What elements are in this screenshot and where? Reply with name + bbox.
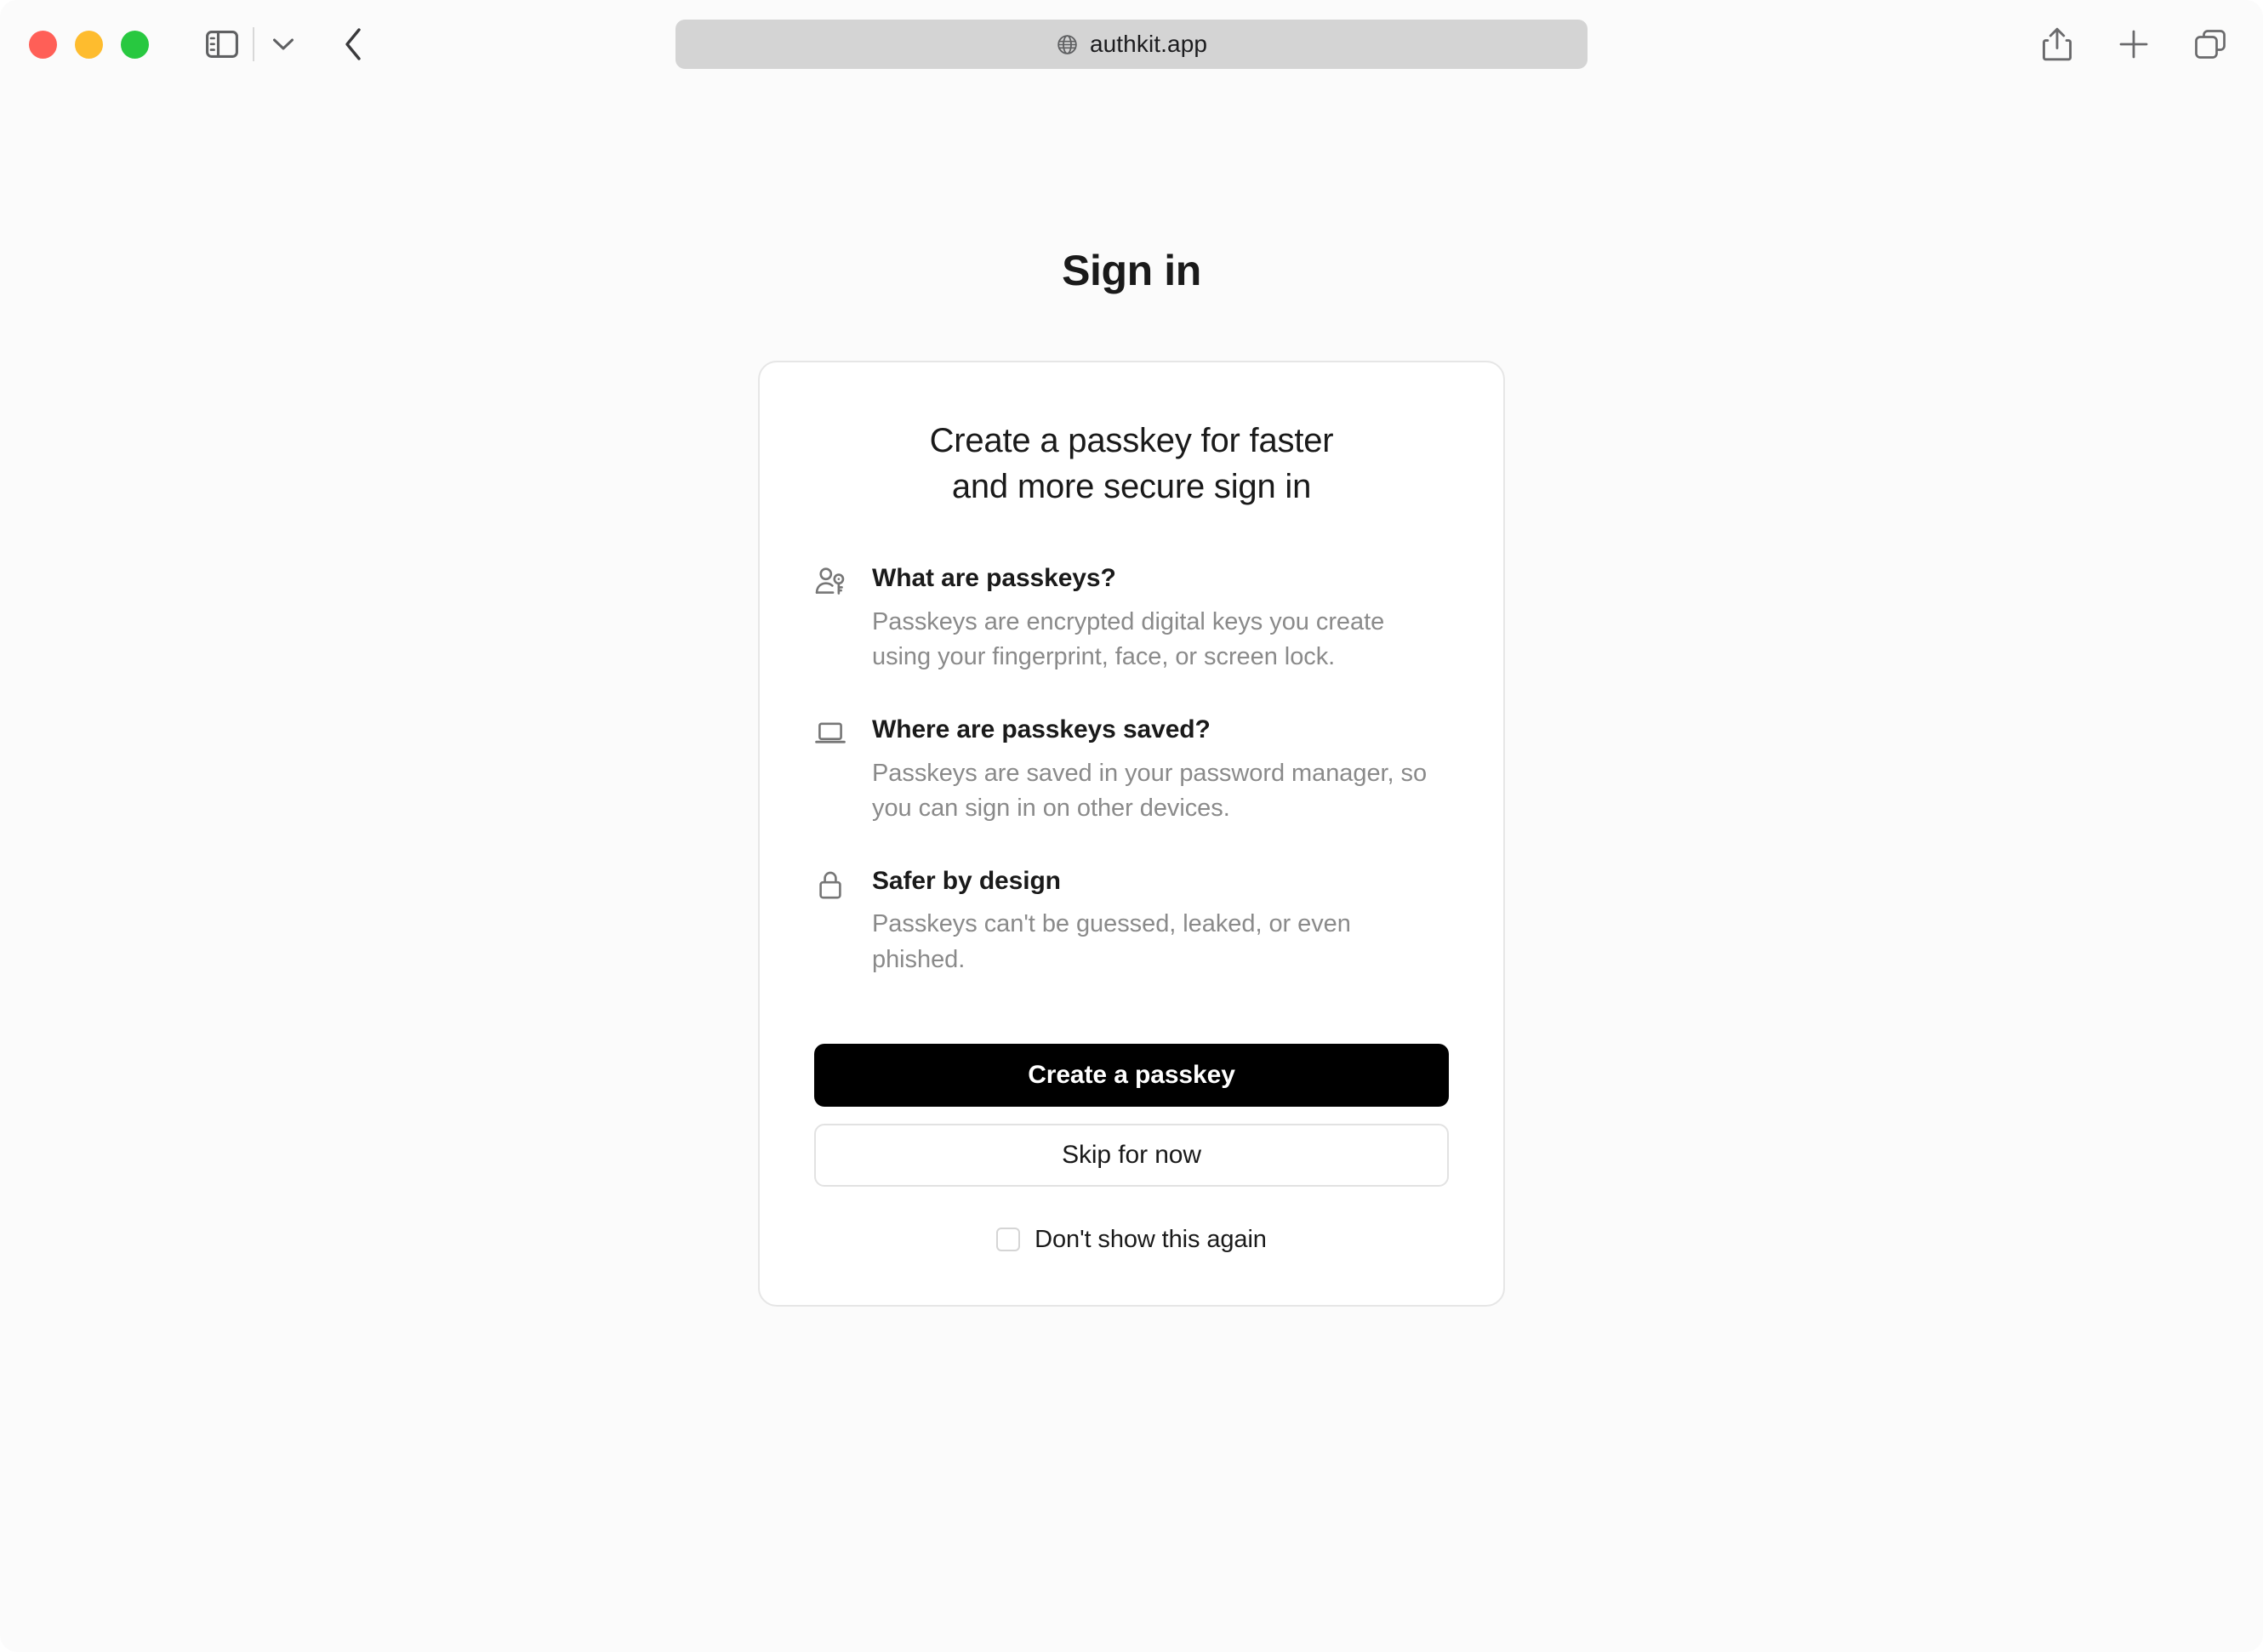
- feature-body: What are passkeys? Passkeys are encrypte…: [872, 562, 1449, 675]
- feature-description: Passkeys can't be guessed, leaked, or ev…: [872, 910, 1351, 973]
- feature-title: Where are passkeys saved?: [872, 715, 1211, 744]
- feature-body: Where are passkeys saved? Passkeys are s…: [872, 714, 1449, 826]
- feature-icon-slot: [814, 562, 858, 598]
- zoom-window-button[interactable]: [121, 30, 149, 59]
- window-controls: [29, 30, 149, 59]
- tab-overview-icon: [2195, 30, 2226, 59]
- address-bar[interactable]: authkit.app: [675, 20, 1588, 69]
- chevron-left-icon: [345, 28, 361, 60]
- toolbar-divider: [253, 27, 254, 61]
- feature-list: What are passkeys? Passkeys are encrypte…: [814, 562, 1449, 977]
- feature-icon-slot: [814, 714, 858, 749]
- share-icon: [2043, 27, 2072, 61]
- feature-item-what-are-passkeys: What are passkeys? Passkeys are encrypte…: [814, 562, 1449, 675]
- browser-toolbar: authkit.app: [0, 0, 2263, 88]
- globe-icon: [1057, 34, 1077, 54]
- tab-overview-button[interactable]: [2186, 20, 2234, 68]
- feature-item-where-saved: Where are passkeys saved? Passkeys are s…: [814, 714, 1449, 826]
- feature-description: Passkeys are encrypted digital keys you …: [872, 607, 1385, 670]
- feature-body: Safer by design Passkeys can't be guesse…: [872, 865, 1449, 977]
- feature-title: What are passkeys?: [872, 564, 1116, 593]
- sidebar-icon: [206, 31, 238, 58]
- page-content: Sign in Create a passkey for faster and …: [0, 88, 2263, 1307]
- card-heading: Create a passkey for faster and more sec…: [814, 419, 1449, 510]
- skip-for-now-button[interactable]: Skip for now: [814, 1123, 1449, 1187]
- toolbar-right-controls: [2033, 20, 2234, 68]
- laptop-icon: [815, 722, 846, 743]
- feature-description: Passkeys are saved in your password mana…: [872, 759, 1428, 822]
- browser-window: authkit.app Sign in Create a passkey for…: [0, 0, 2263, 1652]
- chevron-down-icon: [273, 38, 294, 50]
- feature-title: Safer by design: [872, 866, 1061, 895]
- minimize-window-button[interactable]: [75, 30, 103, 59]
- user-key-icon: [815, 567, 845, 595]
- passkey-card: Create a passkey for faster and more sec…: [758, 361, 1505, 1307]
- feature-icon-slot: [814, 865, 858, 901]
- card-actions: Create a passkey Skip for now: [814, 1043, 1449, 1187]
- toolbar-left-controls: [198, 20, 379, 68]
- lock-icon: [819, 871, 841, 899]
- address-bar-text: authkit.app: [1089, 31, 1208, 57]
- sidebar-toggle-button[interactable]: [198, 20, 246, 68]
- sidebar-dropdown-button[interactable]: [261, 20, 305, 68]
- new-tab-button[interactable]: [2110, 20, 2158, 68]
- share-button[interactable]: [2033, 20, 2081, 68]
- feature-item-safer-by-design: Safer by design Passkeys can't be guesse…: [814, 865, 1449, 977]
- create-passkey-button[interactable]: Create a passkey: [814, 1043, 1449, 1107]
- dont-show-again-label: Don't show this again: [1035, 1225, 1267, 1253]
- dont-show-again-checkbox[interactable]: [996, 1228, 1021, 1252]
- close-window-button[interactable]: [29, 30, 57, 59]
- page-title: Sign in: [1062, 247, 1201, 294]
- back-button[interactable]: [328, 20, 379, 68]
- card-heading-line2: and more secure sign in: [951, 467, 1312, 505]
- plus-icon: [2119, 30, 2148, 59]
- card-heading-line1: Create a passkey for faster: [929, 422, 1334, 459]
- dont-show-again-row[interactable]: Don't show this again: [814, 1226, 1449, 1254]
